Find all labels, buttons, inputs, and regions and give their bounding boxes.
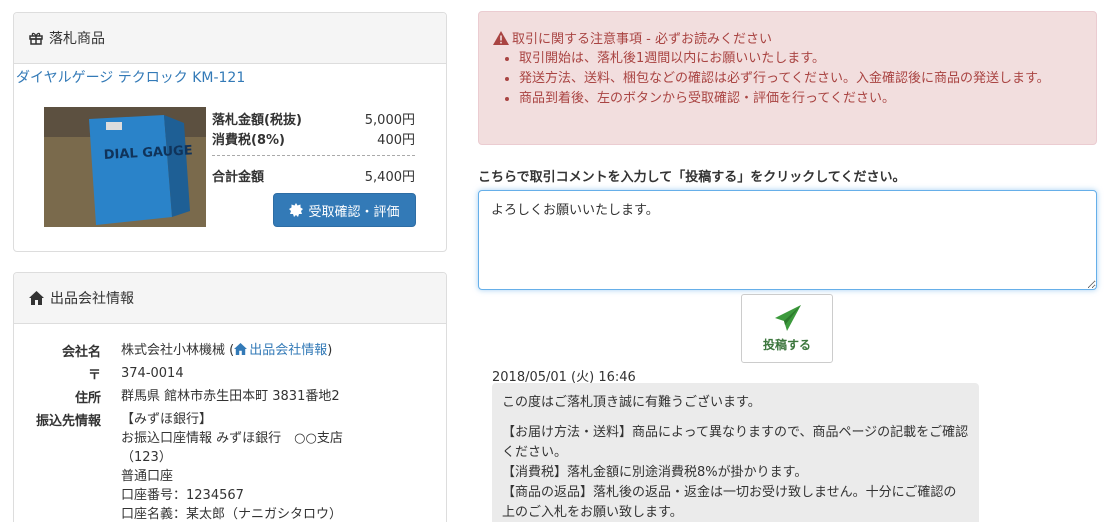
- info-label: 会社名: [61, 345, 101, 360]
- gift-icon: [29, 32, 43, 45]
- postal-row: 〒 374-0014: [0, 364, 391, 383]
- notice-item: 取引開始は、落札後1週間以内にお願いいたします。: [519, 49, 1074, 69]
- company-info-link-label: 出品会社情報: [249, 343, 328, 358]
- certificate-icon: [289, 203, 304, 217]
- company-name-row: 会社名 株式会社小林機械 ( 出品会社情報): [0, 341, 391, 360]
- home-icon: [234, 343, 248, 355]
- company-name-suffix: ): [327, 343, 333, 358]
- item-panel-heading: 落札商品: [14, 13, 446, 64]
- message-line: 【消費税】落札金額に別途消費税8%が掛かります。: [502, 465, 808, 480]
- address-row: 住所 群馬県 館林市赤生田本町 3831番地2: [0, 387, 391, 406]
- comment-instruction: こちらで取引コメントを入力して「投稿する」をクリックしてください。: [478, 170, 906, 185]
- receipt-confirm-button[interactable]: 受取確認・評価: [273, 193, 416, 227]
- info-label: 振込先情報: [35, 414, 101, 429]
- company-panel-heading: 出品会社情報: [14, 273, 446, 324]
- info-label: 〒: [87, 368, 101, 383]
- price-value: 5,400円: [364, 170, 415, 185]
- price-label: 消費税(8%): [212, 133, 285, 148]
- post-button-label: 投稿する: [762, 338, 811, 352]
- warning-icon: [493, 30, 509, 45]
- message-line: 【お届け方法・送料】商品によって異なりますので、商品ページの記載をご確認ください…: [502, 425, 969, 460]
- message-line: この度はご落札頂き誠に有難うございます。: [502, 395, 761, 410]
- bank-line: （123）: [121, 450, 172, 465]
- message-bubble: この度はご落札頂き誠に有難うございます。 【お届け方法・送料】商品によって異なり…: [492, 383, 979, 522]
- item-panel-title: 落札商品: [49, 31, 105, 47]
- item-photo: DIAL GAUGE: [44, 107, 206, 227]
- postal-value: 374-0014: [121, 366, 184, 381]
- notice-list: 取引開始は、落札後1週間以内にお願いいたします。 発送方法、送料、梱包などの確認…: [519, 49, 1074, 109]
- bank-line: 普通口座: [121, 469, 174, 484]
- post-button[interactable]: 投稿する: [741, 294, 833, 363]
- company-panel-title: 出品会社情報: [50, 291, 134, 307]
- address-value: 群馬県 館林市赤生田本町 3831番地2: [121, 389, 340, 404]
- price-row-hammer: 落札金額(税抜) 5,000円: [212, 109, 415, 128]
- comment-textarea[interactable]: よろしくお願いいたします。: [478, 190, 1097, 290]
- price-row-tax: 消費税(8%) 400円: [212, 129, 415, 148]
- transaction-notice-alert: 取引に関する注意事項 - 必ずお読みください 取引開始は、落札後1週間以内にお願…: [478, 11, 1097, 145]
- send-icon: [775, 305, 801, 331]
- receipt-confirm-label: 受取確認・評価: [308, 203, 400, 219]
- notice-item: 商品到着後、左のボタンから受取確認・評価を行ってください。: [519, 89, 1074, 109]
- price-label: 合計金額: [212, 170, 265, 185]
- bank-line: 口座番号：1234567: [121, 488, 244, 503]
- price-value: 400円: [377, 133, 415, 148]
- price-label: 落札金額(税抜): [212, 113, 302, 128]
- bank-row: 振込先情報 【みずほ銀行】 お振込口座情報 みずほ銀行 ○○支店 （123） 普…: [0, 410, 391, 522]
- info-label: 住所: [74, 391, 101, 406]
- bank-line: 【みずほ銀行】: [121, 412, 213, 427]
- company-info-link[interactable]: 出品会社情報: [234, 343, 327, 358]
- price-divider: [212, 155, 415, 156]
- item-name-link[interactable]: ダイヤルゲージ テクロック KM-121: [16, 67, 245, 87]
- bank-line: 口座名義：某太郎（ナニガシタロウ）: [121, 507, 343, 522]
- notice-item: 発送方法、送料、梱包などの確認は必ず行ってください。入金確認後に商品の発送します…: [519, 69, 1074, 89]
- company-name-value: 株式会社小林機械 ( 出品会社情報): [121, 341, 391, 360]
- bank-line: お振込口座情報 みずほ銀行 ○○支店: [121, 431, 343, 446]
- price-row-total: 合計金額 5,400円: [212, 166, 415, 185]
- company-name-text: 株式会社小林機械 (: [121, 343, 235, 358]
- message-line: 【商品の返品】落札後の返品・返金は一切お受け致しません。十分にご確認の上のご入札…: [502, 485, 957, 520]
- notice-title: 取引に関する注意事項 - 必ずお読みください: [493, 28, 772, 47]
- price-value: 5,000円: [364, 113, 415, 128]
- notice-title-text: 取引に関する注意事項 - 必ずお読みください: [512, 32, 772, 47]
- bank-value: 【みずほ銀行】 お振込口座情報 みずほ銀行 ○○支店 （123） 普通口座 口座…: [121, 410, 391, 522]
- home-icon: [29, 291, 44, 305]
